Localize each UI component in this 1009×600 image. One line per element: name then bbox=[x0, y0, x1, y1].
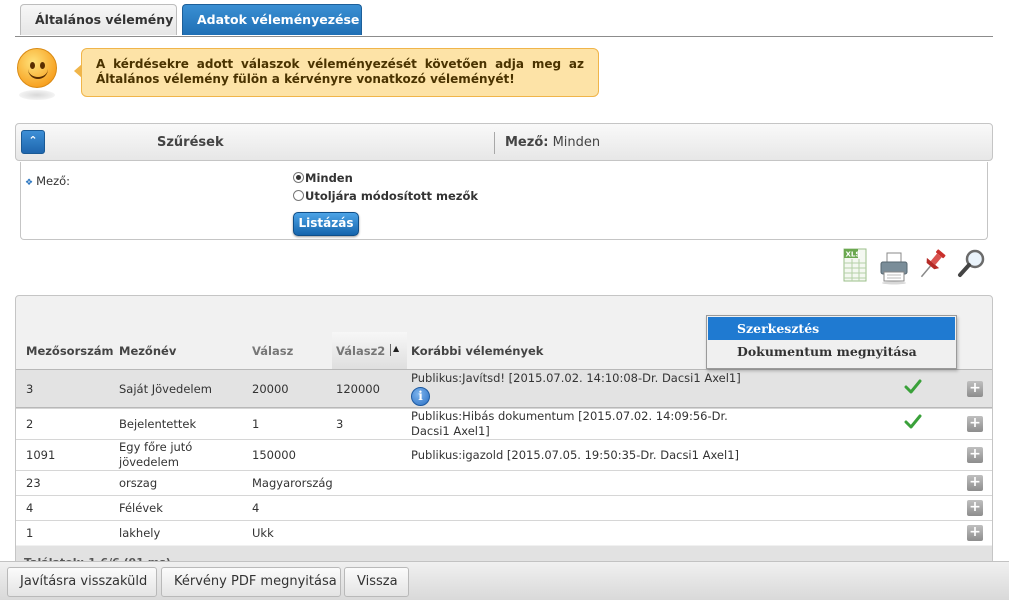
cell-num: 2 bbox=[26, 417, 34, 431]
cell-previous-opinion: Publikus:Hibás dokumentum [2015.07.02. 1… bbox=[411, 409, 728, 438]
expand-row-button[interactable]: + bbox=[967, 475, 983, 491]
checkmark-icon bbox=[904, 413, 922, 431]
pin-icon[interactable] bbox=[917, 247, 949, 285]
info-message: A kérdésekre adott válaszok véleményezés… bbox=[81, 48, 599, 97]
table-row[interactable]: 1091 Egy főre jutó jövedelem 150000 Publ… bbox=[16, 439, 992, 470]
column-header-num[interactable]: Mezősorszám bbox=[26, 344, 114, 358]
cell-num: 23 bbox=[26, 476, 41, 490]
cell-answer: 20000 bbox=[252, 382, 289, 396]
cell-num: 1 bbox=[26, 526, 34, 540]
smiley-shadow bbox=[19, 90, 55, 100]
radio-button[interactable] bbox=[293, 190, 304, 201]
excel-export-icon[interactable]: XLS bbox=[840, 247, 872, 285]
cell-num: 3 bbox=[26, 382, 34, 396]
chevron-double-up-icon: ⌃ bbox=[28, 134, 38, 147]
column-header-answer2[interactable]: Válasz2 bbox=[336, 344, 385, 358]
table-row[interactable]: 23 orszag Magyarország + bbox=[16, 470, 992, 495]
diamond-icon: ❖ bbox=[25, 178, 34, 188]
cell-name: Félévek bbox=[119, 501, 163, 515]
filter-summary-label: Mező: bbox=[505, 135, 549, 150]
checkmark-icon bbox=[904, 378, 922, 396]
cell-answer: Magyarország bbox=[252, 476, 333, 490]
cell-num: 1091 bbox=[26, 448, 56, 462]
cell-answer: 150000 bbox=[252, 448, 296, 462]
smiley-icon bbox=[17, 48, 57, 88]
tab-data-review[interactable]: Adatok véleményezése bbox=[182, 4, 362, 35]
radio-option-last-modified[interactable]: Utoljára módosított mezők bbox=[293, 189, 478, 203]
filter-title: Szűrések bbox=[157, 135, 224, 150]
magnifier-icon[interactable] bbox=[956, 247, 988, 285]
filter-separator bbox=[494, 132, 495, 154]
info-icon[interactable]: i bbox=[411, 387, 430, 406]
expand-row-button[interactable]: + bbox=[967, 447, 983, 463]
filter-summary: Mező: Minden bbox=[505, 135, 600, 150]
cell-name: orszag bbox=[119, 476, 158, 490]
context-menu: Szerkesztés Dokumentum megnyitása bbox=[706, 315, 957, 369]
expand-row-button[interactable]: + bbox=[967, 381, 983, 397]
cell-name: Saját Jövedelem bbox=[119, 382, 212, 396]
back-button[interactable]: Vissza bbox=[344, 567, 409, 597]
table-row[interactable]: 2 Bejelentettek 1 3 Publikus:Hibás dokum… bbox=[16, 408, 992, 439]
collapse-filter-button[interactable]: ⌃ bbox=[21, 130, 45, 154]
cell-num: 4 bbox=[26, 501, 34, 515]
table-row[interactable]: 3 Saját Jövedelem 20000 120000 Publikus:… bbox=[16, 369, 992, 408]
cell-answer2: 120000 bbox=[336, 382, 380, 396]
sort-ascending-icon[interactable]: ▲ bbox=[390, 344, 402, 356]
table-row[interactable]: 1 lakhely Ukk + bbox=[16, 520, 992, 545]
menu-item-edit[interactable]: Szerkesztés bbox=[708, 317, 955, 340]
cell-previous-opinion: Publikus:igazold [2015.07.05. 19:50:35-D… bbox=[411, 448, 739, 462]
menu-item-open-document[interactable]: Dokumentum megnyitása bbox=[708, 340, 955, 363]
cell-previous-opinion: Publikus:Javítsd! [2015.07.02. 14:10:08-… bbox=[411, 371, 741, 385]
open-pdf-button[interactable]: Kérvény PDF megnyitása bbox=[161, 567, 341, 597]
radio-button-checked[interactable] bbox=[293, 172, 304, 183]
table-row[interactable]: 4 Félévek 4 + bbox=[16, 495, 992, 520]
tab-general-opinion[interactable]: Általános vélemény bbox=[20, 4, 177, 35]
filter-header: ⌃ Szűrések Mező: Minden bbox=[15, 123, 993, 161]
column-header-name[interactable]: Mezőnév bbox=[119, 344, 176, 358]
bottom-action-bar: Javításra visszaküld Kérvény PDF megnyit… bbox=[0, 561, 1009, 600]
svg-text:XLS: XLS bbox=[846, 251, 861, 259]
radio-option-all[interactable]: Minden bbox=[293, 171, 353, 185]
cell-name: Bejelentettek bbox=[119, 417, 197, 431]
cell-answer: Ukk bbox=[252, 526, 274, 540]
filter-body: ❖ Mező: Minden Utoljára módosított mezők … bbox=[20, 162, 988, 240]
cell-answer2: 3 bbox=[336, 417, 344, 431]
column-header-answer[interactable]: Válasz bbox=[252, 344, 293, 358]
filter-summary-value: Minden bbox=[552, 135, 601, 150]
tab-divider bbox=[15, 36, 993, 37]
cell-name: Egy főre jutó jövedelem bbox=[119, 440, 193, 469]
column-header-previous-opinions[interactable]: Korábbi vélemények bbox=[411, 344, 543, 358]
list-button[interactable]: Listázás bbox=[293, 212, 359, 236]
expand-row-button[interactable]: + bbox=[967, 416, 983, 432]
send-back-for-correction-button[interactable]: Javításra visszaküld bbox=[7, 567, 157, 597]
expand-row-button[interactable]: + bbox=[967, 525, 983, 541]
cell-answer: 1 bbox=[252, 417, 260, 431]
expand-row-button[interactable]: + bbox=[967, 500, 983, 516]
field-label: ❖ Mező: bbox=[25, 174, 71, 188]
table-body: 3 Saját Jövedelem 20000 120000 Publikus:… bbox=[16, 369, 992, 545]
print-icon[interactable] bbox=[878, 247, 910, 285]
cell-name: lakhely bbox=[119, 526, 161, 540]
cell-answer: 4 bbox=[252, 501, 260, 515]
